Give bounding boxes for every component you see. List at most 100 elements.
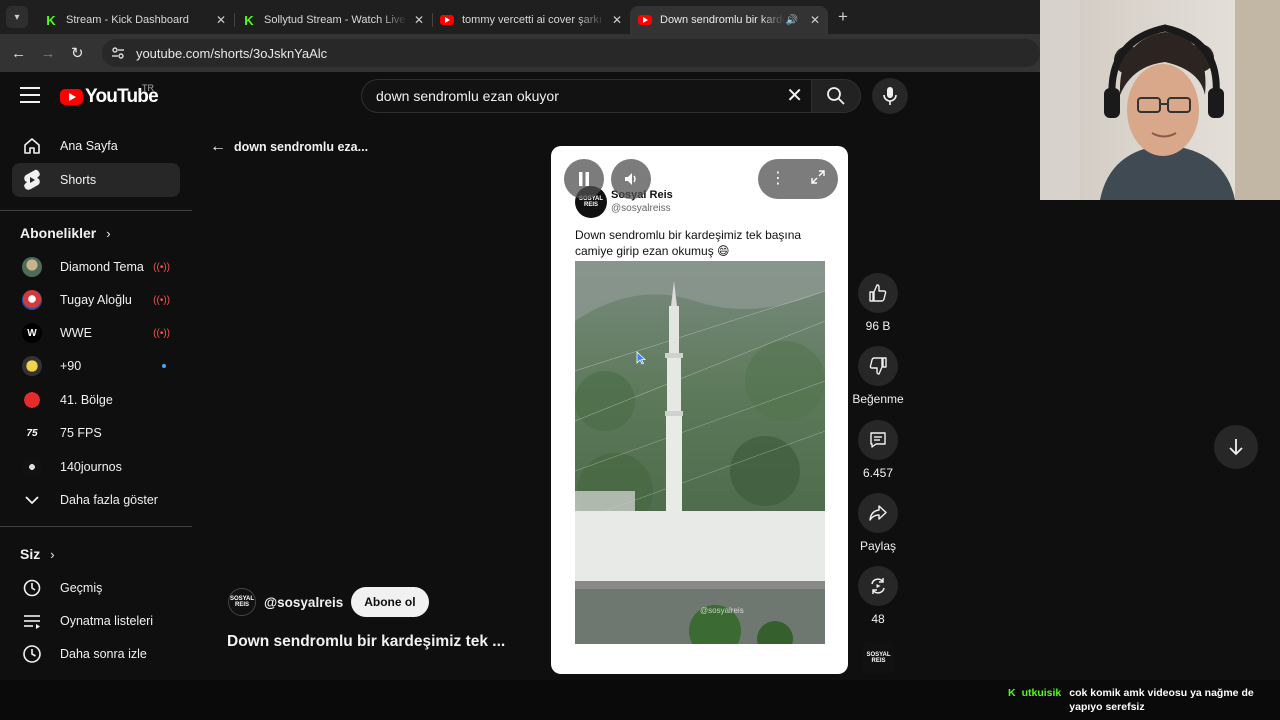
search-button[interactable] — [811, 79, 861, 113]
subscribe-button[interactable]: Abone ol — [351, 587, 429, 617]
voice-search-button[interactable] — [872, 78, 908, 114]
menu-icon[interactable] — [20, 87, 40, 105]
sidebar-item-subscription[interactable]: 41. Bölge — [12, 383, 180, 417]
sidebar-item-history[interactable]: Geçmiş — [12, 571, 180, 605]
browser-tab[interactable]: K Sollytud Stream - Watch Live on Kick ✕ — [234, 6, 432, 34]
chat-text: cok komik amk videosu ya nağme de yapıyo… — [1069, 687, 1254, 713]
live-icon: ((•)) — [153, 261, 170, 273]
sidebar-item-subscription[interactable]: 75 75 FPS — [12, 416, 180, 450]
comments-button[interactable]: 6.457 — [838, 420, 918, 480]
browser-tab-strip: ▾ K Stream - Kick Dashboard ✕ K Sollytud… — [0, 0, 1040, 34]
post-author-handle: @sosyalreiss — [611, 203, 671, 214]
channel-handle[interactable]: @sosyalreis — [264, 595, 343, 610]
youtube-icon — [440, 15, 454, 25]
sidebar-item-label: Tugay Aloğlu — [60, 293, 132, 307]
sidebar-item-label: 75 FPS — [60, 426, 102, 440]
channel-avatar — [20, 354, 44, 378]
share-label: Paylaş — [859, 539, 897, 553]
channel-logo[interactable]: SOSYAL REIS — [862, 641, 895, 674]
search-icon — [827, 87, 845, 105]
back-arrow-icon: ← — [210, 138, 226, 155]
share-button[interactable]: Paylaş — [838, 493, 918, 553]
remix-button[interactable]: 48 — [838, 566, 918, 626]
sidebar-item-subscription[interactable]: Diamond Tema ((•)) — [12, 250, 180, 284]
remix-icon — [858, 566, 898, 606]
mouse-cursor — [636, 351, 646, 365]
kick-icon: K — [46, 12, 56, 28]
close-tab-icon[interactable]: ✕ — [216, 13, 226, 27]
video-title[interactable]: Down sendromlu bir kardeşimiz tek ... — [227, 633, 505, 651]
sidebar-item-watch-later[interactable]: Daha sonra izle — [12, 637, 180, 671]
pause-button[interactable] — [564, 159, 604, 199]
remix-count: 48 — [871, 612, 885, 626]
chevron-right-icon: › — [106, 225, 111, 241]
mute-button[interactable] — [611, 159, 651, 199]
subscriptions-header[interactable]: Abonelikler › — [20, 225, 111, 241]
you-header[interactable]: Siz › — [20, 546, 55, 562]
video-frame: @sosyalreis — [575, 261, 825, 644]
speaker-icon[interactable]: 🔊 — [785, 15, 797, 26]
post-text: Down sendromlu bir kardeşimiz tek başına… — [575, 228, 802, 258]
sidebar-item-label: 140journos — [60, 460, 122, 474]
sidebar-item-shorts[interactable]: Shorts — [12, 163, 180, 197]
section-title: Abonelikler — [20, 225, 97, 241]
divider — [0, 526, 192, 527]
new-tab-button[interactable]: + — [838, 7, 848, 27]
close-tab-icon[interactable]: ✕ — [414, 13, 424, 27]
sidebar-item-subscription[interactable]: 140journos — [12, 450, 180, 484]
clear-search-icon[interactable]: ✕ — [786, 85, 803, 107]
url-text: youtube.com/shorts/3oJsknYaAlc — [135, 45, 328, 61]
show-more-button[interactable]: Daha fazla göster — [12, 483, 180, 517]
microphone-icon — [883, 87, 897, 105]
reload-icon[interactable]: ↻ — [63, 44, 92, 62]
youtube-header: YouTube TR down sendromlu ezan okuyor ✕ — [0, 72, 1040, 120]
like-button[interactable]: 96 B — [838, 273, 918, 333]
more-options-icon[interactable]: ⋮ — [770, 171, 786, 187]
webcam-overlay — [1040, 0, 1280, 200]
dislike-button[interactable]: Beğenme — [838, 346, 918, 406]
fullscreen-icon[interactable] — [810, 169, 826, 190]
forward-arrow-icon[interactable]: → — [33, 45, 62, 62]
channel-avatar: W — [20, 321, 44, 345]
browser-tab-active[interactable]: Down sendromlu bir kardeşimiz 🔊 ✕ — [630, 6, 828, 34]
browser-tab[interactable]: tommy vercetti ai cover şarkı - YouTube … — [432, 6, 630, 34]
browser-tab[interactable]: K Stream - Kick Dashboard ✕ — [36, 6, 234, 34]
sidebar-item-subscription[interactable]: W WWE ((•)) — [12, 316, 180, 350]
chat-username: utkuisik — [1021, 687, 1062, 699]
sidebar-item-subscription[interactable]: +90 — [12, 349, 180, 383]
next-video-button[interactable] — [1214, 425, 1258, 469]
comment-count: 6.457 — [862, 466, 894, 480]
address-bar[interactable]: youtube.com/shorts/3oJsknYaAlc — [101, 39, 1041, 67]
sidebar-item-label: Daha sonra izle — [60, 647, 147, 661]
sidebar-item-label: WWE — [60, 326, 92, 340]
sidebar-item-playlists[interactable]: Oynatma listeleri — [12, 604, 180, 638]
video-watermark: @sosyalreis — [700, 606, 744, 615]
search-input[interactable]: down sendromlu ezan okuyor ✕ — [361, 79, 811, 113]
sidebar-item-home[interactable]: Ana Sayfa — [12, 129, 180, 163]
sidebar-item-label: 41. Bölge — [60, 393, 113, 407]
tab-title: tommy vercetti ai cover şarkı - YouTube — [462, 14, 606, 26]
kick-icon: K — [244, 12, 254, 28]
search-value: down sendromlu ezan okuyor — [376, 88, 559, 104]
youtube-icon — [638, 15, 652, 25]
close-tab-icon[interactable]: ✕ — [810, 13, 820, 27]
live-icon: ((•)) — [153, 327, 170, 339]
sidebar-item-subscription[interactable]: Tugay Aloğlu ((•)) — [12, 283, 180, 317]
chevron-right-icon: › — [50, 546, 55, 562]
site-info-icon[interactable] — [110, 45, 126, 61]
back-arrow-icon[interactable]: ← — [4, 45, 33, 62]
tab-search-button[interactable]: ▾ — [6, 6, 28, 28]
back-to-search-link[interactable]: ← down sendromlu eza... — [210, 138, 368, 156]
arrow-down-icon — [1229, 439, 1243, 456]
kick-badge-icon: K — [1008, 687, 1016, 699]
sidebar: Ana Sayfa Shorts Abonelikler › Diamond T… — [0, 120, 192, 720]
shorts-player[interactable]: SOSYALREIS Sosyal Reis @sosyalreiss Down… — [551, 146, 848, 674]
sidebar-item-label: Shorts — [60, 173, 97, 187]
close-tab-icon[interactable]: ✕ — [612, 13, 622, 27]
home-icon — [20, 134, 44, 158]
pause-icon — [579, 172, 589, 186]
youtube-logo[interactable]: YouTube TR — [60, 83, 159, 108]
channel-avatar[interactable]: SOSYAL REIS — [228, 588, 256, 616]
sidebar-item-label: Diamond Tema — [60, 260, 144, 274]
browser-toolbar: ← → ↻ youtube.com/shorts/3oJsknYaAlc — [0, 34, 1041, 72]
